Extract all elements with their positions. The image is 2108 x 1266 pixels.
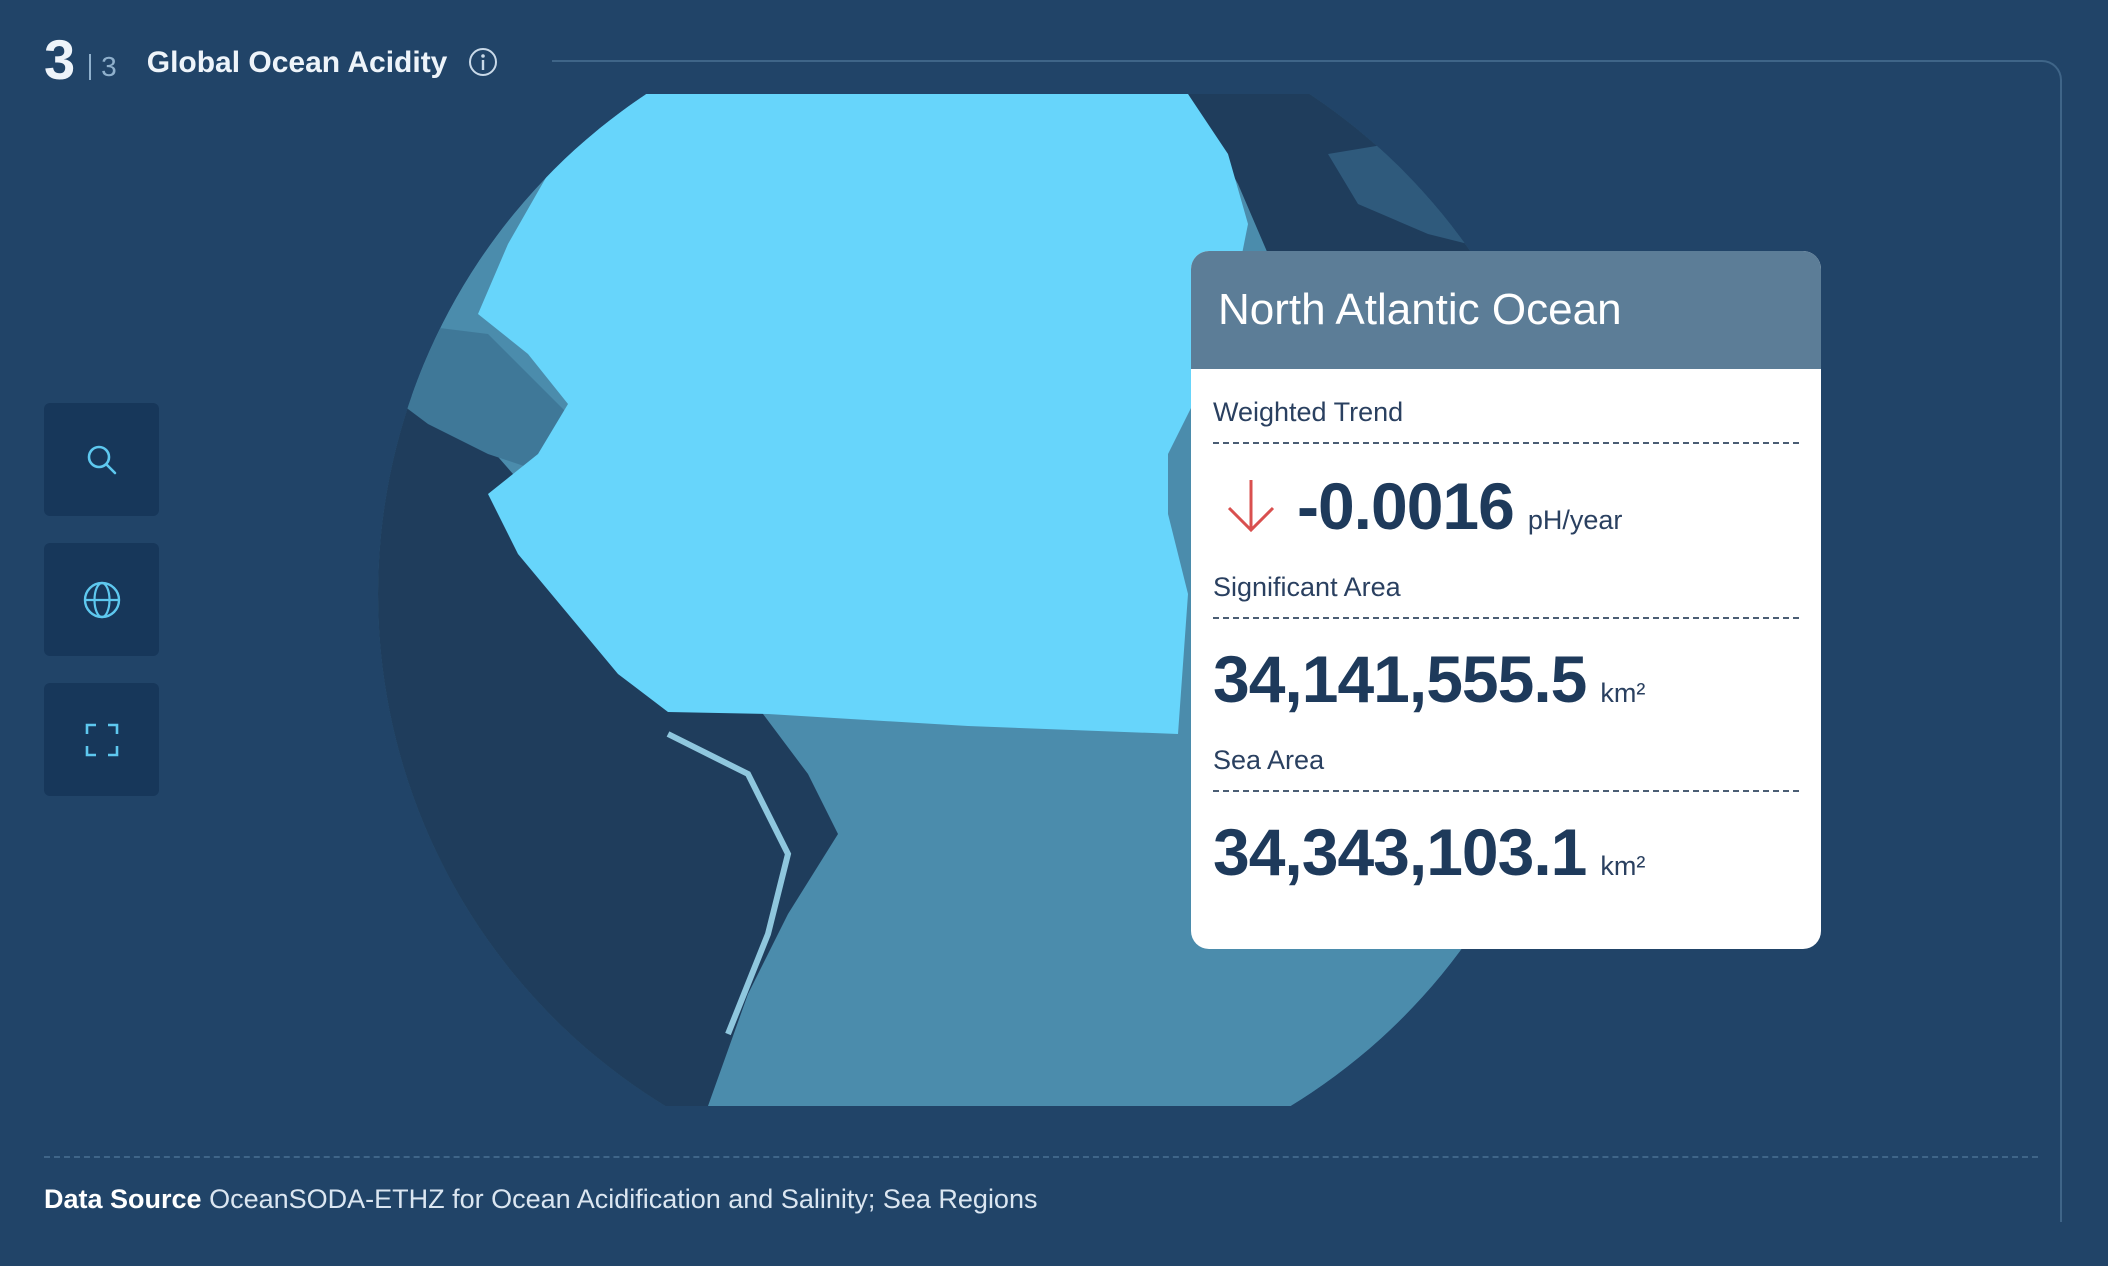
tooltip-header: North Atlantic Ocean bbox=[1191, 251, 1821, 369]
metric-sea-area: Sea Area 34,343,103.1 km² bbox=[1191, 717, 1821, 890]
arrow-down-icon bbox=[1227, 480, 1275, 533]
search-button[interactable] bbox=[44, 403, 159, 516]
north-atlantic-region[interactable] bbox=[478, 94, 1248, 734]
tooltip-title: North Atlantic Ocean bbox=[1218, 285, 1622, 334]
data-source-text: OceanSODA-ETHZ for Ocean Acidification a… bbox=[209, 1184, 1038, 1214]
info-icon[interactable] bbox=[467, 46, 499, 78]
region-tooltip: North Atlantic Ocean Weighted Trend -0.0… bbox=[1191, 251, 1821, 949]
metric-value: 34,141,555.5 bbox=[1213, 642, 1587, 716]
globe-icon bbox=[83, 581, 120, 618]
metric-weighted-trend: Weighted Trend -0.0016 pH/year bbox=[1191, 369, 1821, 544]
fullscreen-button[interactable] bbox=[44, 683, 159, 796]
metric-label: Significant Area bbox=[1213, 544, 1799, 619]
step-separator bbox=[89, 54, 92, 80]
fullscreen-icon bbox=[85, 723, 118, 756]
step-total: 3 bbox=[101, 51, 117, 82]
globe-button[interactable] bbox=[44, 543, 159, 656]
data-source: Data Source OceanSODA-ETHZ for Ocean Aci… bbox=[44, 1184, 1037, 1215]
metric-significant-area: Significant Area 34,141,555.5 km² bbox=[1191, 544, 1821, 717]
metric-value: -0.0016 bbox=[1297, 469, 1515, 543]
page-title: Global Ocean Acidity bbox=[146, 46, 448, 79]
metric-unit: pH/year bbox=[1527, 505, 1623, 535]
header: 3 3 Global Ocean Acidity bbox=[44, 18, 499, 102]
data-source-label: Data Source bbox=[44, 1184, 202, 1214]
search-icon bbox=[87, 445, 116, 474]
metric-unit: km² bbox=[1600, 851, 1646, 881]
footer-divider bbox=[44, 1156, 2038, 1158]
metric-label: Weighted Trend bbox=[1213, 369, 1799, 444]
metric-unit: km² bbox=[1600, 678, 1646, 708]
metric-value: 34,343,103.1 bbox=[1213, 815, 1587, 889]
metric-label: Sea Area bbox=[1213, 717, 1799, 792]
step-current: 3 bbox=[44, 28, 76, 91]
